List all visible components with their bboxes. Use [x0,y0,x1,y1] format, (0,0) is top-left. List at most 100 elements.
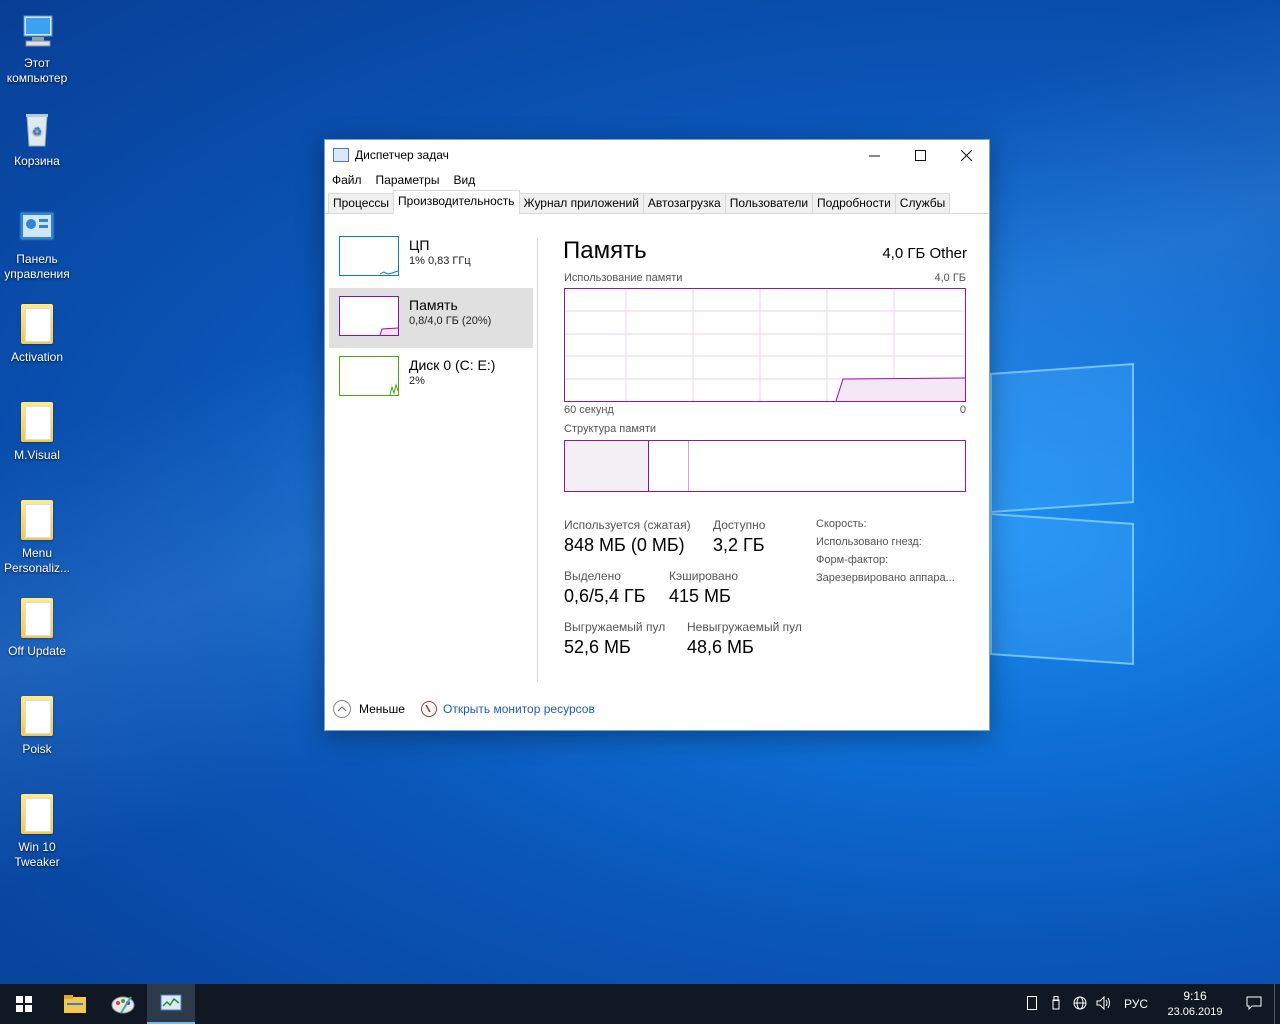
desktop-icon-recycle-bin[interactable]: ♻ Корзина [2,108,72,169]
volume-icon[interactable] [1092,995,1116,1013]
chevron-up-icon [333,700,351,718]
input-language[interactable]: РУС [1124,997,1148,1011]
task-manager-window: Диспетчер задач Файл Параметры Вид Проце… [324,139,990,731]
resource-item-cpu[interactable]: ЦП 1% 0,83 ГГц [329,228,533,288]
window-title: Диспетчер задач [355,148,449,162]
task-manager-icon [160,994,182,1011]
folder-icon [16,598,58,640]
title-bar[interactable]: Диспетчер задач [325,140,989,170]
taskbar: РУС 9:16 23.06.2019 [0,984,1280,1024]
svg-text:♻: ♻ [32,126,42,138]
memory-usage-graph [564,288,966,402]
taskbar-file-explorer[interactable] [51,984,99,1024]
paint-icon [111,996,135,1014]
control-panel-icon [16,206,58,248]
resource-monitor-icon [420,701,437,717]
resource-item-memory[interactable]: Память 0,8/4,0 ГБ (20%) [329,288,533,348]
cached-label: Кэшировано [669,569,739,583]
in-use-label: Используется (сжатая) [564,518,691,532]
wallpaper-logo-pane [990,512,1134,666]
folder-icon [16,794,58,836]
resource-detail: 0,8/4,0 ГБ (20%) [409,315,492,327]
pane-divider [537,238,538,682]
taskbar-task-manager[interactable] [147,984,195,1024]
desktop-icon-control-panel[interactable]: Панель управления [2,206,72,282]
open-resource-monitor-link[interactable]: Открыть монитор ресурсов [420,701,595,717]
resource-detail: 1% 0,83 ГГц [409,255,471,267]
menu-file[interactable]: Файл [332,173,362,187]
close-icon [960,149,972,161]
memory-thumbnail-graph [339,296,399,336]
menu-bar: Файл Параметры Вид [325,170,989,190]
maximize-button[interactable] [897,140,943,170]
clock[interactable]: 9:16 23.06.2019 [1162,988,1228,1020]
available-value: 3,2 ГБ [713,535,765,555]
paged-pool-value: 52,6 МБ [564,637,631,657]
nonpaged-pool-value: 48,6 МБ [687,637,754,657]
cpu-thumbnail-graph [339,236,399,276]
memory-composition-bar [564,440,966,492]
recycle-bin-icon: ♻ [16,108,58,150]
graph-axis-right: 0 [959,404,966,416]
desktop-icon-label: Win 10 Tweaker [14,840,60,869]
menu-options[interactable]: Параметры [376,173,440,187]
tab-startup[interactable]: Автозагрузка [642,193,726,213]
graph-axis-left: 60 секунд [564,404,614,416]
usb-device-icon[interactable] [1044,995,1068,1013]
desktop-icon-activation[interactable]: Activation [2,304,72,365]
disk-thumbnail-graph [339,356,399,396]
prop-speed: Скорость: [816,518,867,530]
nonpaged-pool-label: Невыгружаемый пул [687,620,802,634]
show-desktop-button[interactable] [1274,984,1280,1024]
tab-services[interactable]: Службы [894,193,951,213]
composition-label: Структура памяти [564,423,657,435]
resource-list: ЦП 1% 0,83 ГГц Память 0,8/4,0 ГБ (20%) Д… [329,228,533,408]
menu-view[interactable]: Вид [453,173,475,187]
minimize-button[interactable] [851,140,897,170]
composition-standby [649,441,689,491]
fewer-details-button[interactable]: Меньше [333,700,405,718]
taskbar-paint[interactable] [99,984,147,1024]
close-button[interactable] [943,140,989,170]
usage-graph-label: Использование памяти [564,272,683,284]
file-explorer-icon [64,995,86,1013]
start-button[interactable] [0,984,48,1024]
tab-processes[interactable]: Процессы [328,193,395,213]
tablet-mode-icon[interactable] [1020,995,1044,1013]
desktop-icon-mvisual[interactable]: M.Visual [2,402,72,463]
tab-users[interactable]: Пользователи [724,193,814,213]
prop-slots-used: Использовано гнезд: [816,536,922,548]
tab-performance[interactable]: Производительность [393,190,520,214]
network-globe-icon[interactable] [1068,996,1092,1013]
clock-date: 23.06.2019 [1167,1006,1223,1018]
desktop-icon-label: Activation [10,350,64,364]
desktop-icon-menu-personalize[interactable]: Menu Personaliz... [2,500,72,576]
tab-app-history[interactable]: Журнал приложений [518,193,644,213]
memory-total: 4,0 ГБ Other [882,245,967,262]
composition-in-use [565,441,649,491]
desktop-icon-poisk[interactable]: Poisk [2,696,72,757]
desktop-icon-this-pc[interactable]: Этот компьютер [2,10,72,86]
desktop-icon-win10-tweaker[interactable]: Win 10 Tweaker [2,794,72,870]
desktop-icon-off-update[interactable]: Off Update [2,598,72,659]
folder-icon [16,696,58,738]
action-center-icon[interactable] [1234,996,1274,1013]
resource-item-disk[interactable]: Диск 0 (C: E:) 2% [329,348,533,408]
minimize-icon [868,155,880,156]
computer-icon [16,10,58,52]
desktop-icon-label: Off Update [8,644,66,658]
clock-time: 9:16 [1183,989,1207,1003]
committed-value: 0,6/5,4 ГБ [564,586,646,606]
resource-name: ЦП [409,237,430,253]
desktop-icon-label: Этот компьютер [6,56,68,85]
desktop-icon-label: Menu Personaliz... [3,546,71,575]
resource-detail: 2% [409,375,425,387]
desktop-icon-label: Poisk [22,742,52,756]
prop-form-factor: Форм-фактор: [816,554,889,566]
usage-graph-max: 4,0 ГБ [934,272,966,284]
footer-bar: Меньше Открыть монитор ресурсов [325,694,989,724]
tab-details[interactable]: Подробности [812,193,896,213]
fewer-details-label: Меньше [359,702,405,716]
performance-content: ЦП 1% 0,83 ГГц Память 0,8/4,0 ГБ (20%) Д… [325,214,989,684]
desktop-icon-label: M.Visual [14,448,60,462]
